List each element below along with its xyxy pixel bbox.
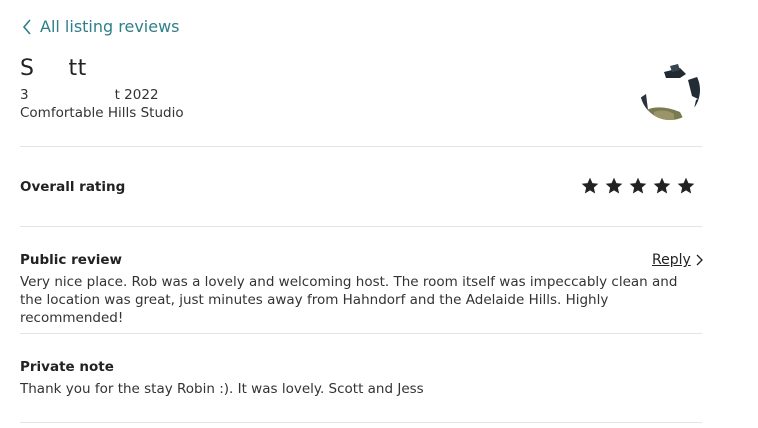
star-icon (605, 177, 623, 194)
star-icon (581, 177, 599, 194)
private-note-title: Private note (20, 359, 114, 375)
divider (20, 146, 702, 147)
reply-button[interactable]: Reply (652, 252, 703, 268)
redaction-mask (28, 88, 115, 102)
star-icon (677, 177, 695, 194)
public-review-text: Very nice place. Rob was a lovely and we… (20, 274, 678, 326)
public-review-title: Public review (20, 252, 122, 268)
reply-label: Reply (652, 252, 691, 268)
redaction-mask (34, 57, 69, 81)
chevron-left-icon (22, 18, 31, 35)
overall-rating-title: Overall rating (20, 179, 126, 195)
avatar-image (640, 60, 700, 120)
divider (20, 333, 702, 334)
chevron-right-icon (696, 254, 703, 266)
listing-name: Comfortable Hills Studio (20, 105, 184, 121)
guest-name: Stt (20, 56, 87, 81)
review-date: 3t 2022 (20, 87, 159, 103)
divider (20, 422, 702, 423)
guest-avatar (640, 60, 700, 120)
star-icon (653, 177, 671, 194)
divider (20, 226, 702, 227)
back-link-label: All listing reviews (40, 17, 180, 36)
star-icon (629, 177, 647, 194)
private-note-text: Thank you for the stay Robin :). It was … (20, 381, 424, 397)
back-to-reviews-link[interactable]: All listing reviews (22, 17, 180, 36)
star-rating (580, 176, 696, 196)
